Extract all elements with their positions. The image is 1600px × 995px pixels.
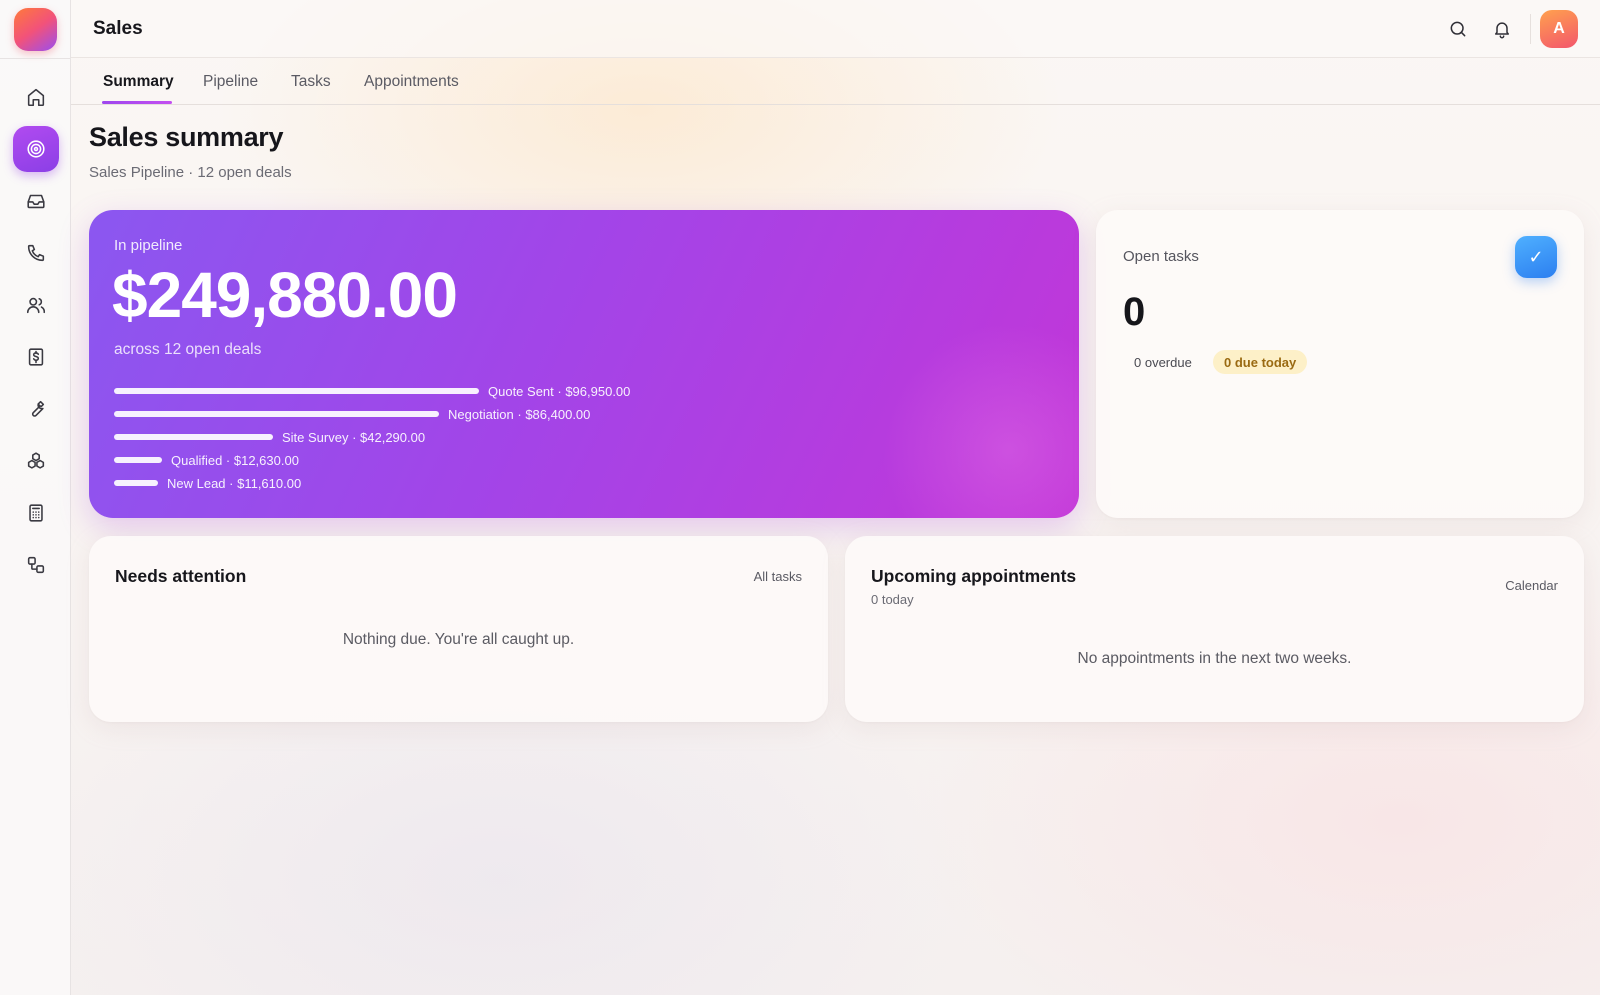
inbox-icon <box>27 194 45 209</box>
upcoming-appointments-empty-state: No appointments in the next two weeks. <box>1077 650 1352 667</box>
page-title: Sales summary <box>89 122 284 152</box>
appointments-today-count: 0 today <box>871 592 914 607</box>
tab-tasks[interactable]: Tasks <box>291 73 331 91</box>
sidebar-item-calculator[interactable] <box>13 490 59 536</box>
stage-label: Qualified · $12,630.00 <box>171 452 299 468</box>
stage-label: Site Survey · $42,290.00 <box>282 429 426 445</box>
home-icon <box>27 88 45 107</box>
topbar-divider <box>1530 14 1531 44</box>
pipeline-stage-row: Site Survey · $42,290.00 <box>114 429 425 445</box>
sidebar <box>0 0 71 995</box>
sidebar-item-home[interactable] <box>13 74 59 120</box>
phone-icon <box>27 244 45 262</box>
avatar[interactable]: A <box>1540 10 1578 48</box>
tab-appointments[interactable]: Appointments <box>364 73 459 91</box>
tab-pipeline[interactable]: Pipeline <box>203 73 258 91</box>
overdue-badge: 0 overdue <box>1134 354 1192 370</box>
sidebar-item-workflows[interactable] <box>13 542 59 588</box>
app-title: Sales <box>93 18 143 39</box>
boxes-icon <box>27 452 45 469</box>
top-bar: Sales A <box>71 0 1600 58</box>
checkmark-icon: ✓ <box>1515 236 1557 278</box>
open-tasks-card[interactable]: Open tasks ✓ 0 0 overdue 0 due today <box>1096 210 1584 518</box>
tab-summary[interactable]: Summary <box>103 73 174 91</box>
calendar-link[interactable]: Calendar <box>1505 578 1558 593</box>
due-today-badge: 0 due today <box>1213 350 1308 374</box>
workflow-icon <box>27 556 45 574</box>
pipeline-subtext: across 12 open deals <box>114 341 262 358</box>
pipeline-label: In pipeline <box>114 237 183 254</box>
sidebar-item-contacts[interactable] <box>13 282 59 328</box>
all-tasks-link[interactable]: All tasks <box>754 569 802 584</box>
sidebar-item-products[interactable] <box>13 438 59 484</box>
pipeline-stage-row: Quote Sent · $96,950.00 <box>114 383 630 399</box>
upcoming-appointments-card: Upcoming appointments 0 today Calendar N… <box>845 536 1584 722</box>
sidebar-item-inbox[interactable] <box>13 178 59 224</box>
active-tab-indicator <box>102 101 172 104</box>
wrench-icon <box>31 400 45 417</box>
pipeline-stage-row: New Lead · $11,610.00 <box>114 475 301 491</box>
target-icon <box>27 140 45 158</box>
notifications-button[interactable] <box>1490 17 1514 41</box>
search-button[interactable] <box>1446 17 1470 41</box>
pipeline-stage-row: Qualified · $12,630.00 <box>114 452 299 468</box>
stage-bar <box>114 457 162 463</box>
pipeline-total-amount: $249,880.00 <box>112 259 458 331</box>
stage-label: New Lead · $11,610.00 <box>167 475 302 491</box>
pipeline-stage-row: Negotiation · $86,400.00 <box>114 406 590 422</box>
open-tasks-count: 0 <box>1123 290 1146 334</box>
dollar-receipt-icon <box>28 348 44 366</box>
search-icon <box>1450 21 1466 37</box>
app-logo[interactable] <box>14 8 57 51</box>
stage-bar <box>114 388 479 394</box>
needs-attention-title: Needs attention <box>115 566 247 586</box>
needs-attention-empty-state: Nothing due. You're all caught up. <box>342 631 575 648</box>
bell-icon <box>1495 22 1509 39</box>
users-icon <box>26 297 46 314</box>
stage-label: Quote Sent · $96,950.00 <box>488 383 631 399</box>
open-tasks-label: Open tasks <box>1123 248 1199 265</box>
stage-label: Negotiation · $86,400.00 <box>448 406 591 422</box>
calculator-icon <box>29 504 43 522</box>
sidebar-item-sales[interactable] <box>13 126 59 172</box>
sidebar-item-invoices[interactable] <box>13 334 59 380</box>
stage-bar <box>114 411 439 417</box>
sidebar-item-tools[interactable] <box>13 386 59 432</box>
upcoming-appointments-title: Upcoming appointments <box>871 566 1077 586</box>
tab-bar: Summary Pipeline Tasks Appointments <box>71 58 1600 105</box>
sidebar-item-calls[interactable] <box>13 230 59 276</box>
sidebar-divider <box>0 58 71 59</box>
stage-bar <box>114 434 273 440</box>
pipeline-summary-card: In pipeline $249,880.00 across 12 open d… <box>89 210 1079 518</box>
page-subtitle: Sales Pipeline · 12 open deals <box>89 164 292 181</box>
needs-attention-card: Needs attention All tasks Nothing due. Y… <box>89 536 828 722</box>
stage-bar <box>114 480 158 486</box>
